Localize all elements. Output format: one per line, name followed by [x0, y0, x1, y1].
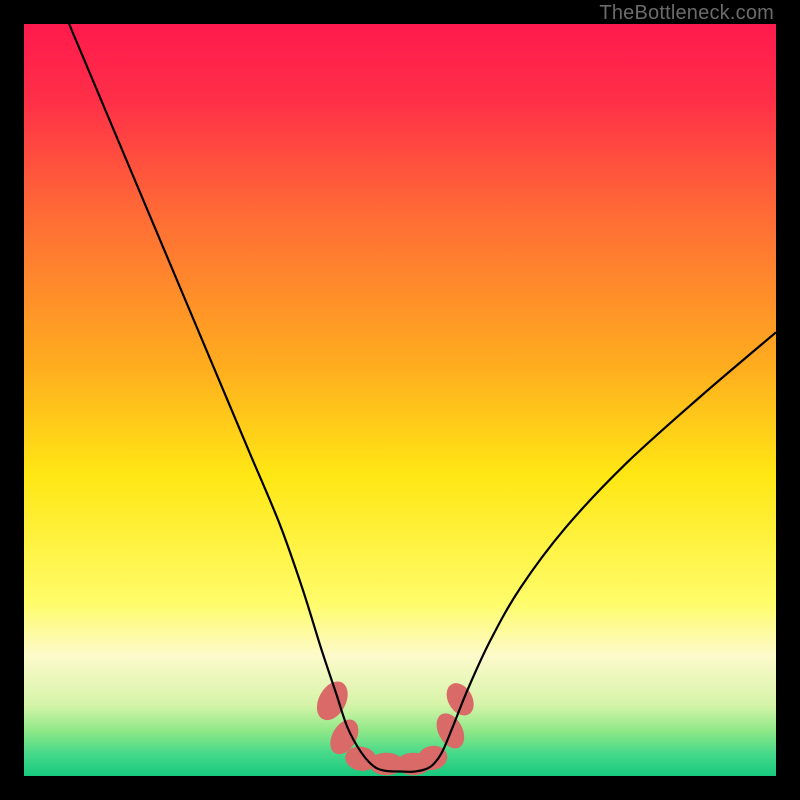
watermark-label: TheBottleneck.com	[599, 2, 774, 25]
bottleneck-chart	[24, 24, 776, 776]
gradient-background	[24, 24, 776, 776]
chart-frame	[24, 24, 776, 776]
